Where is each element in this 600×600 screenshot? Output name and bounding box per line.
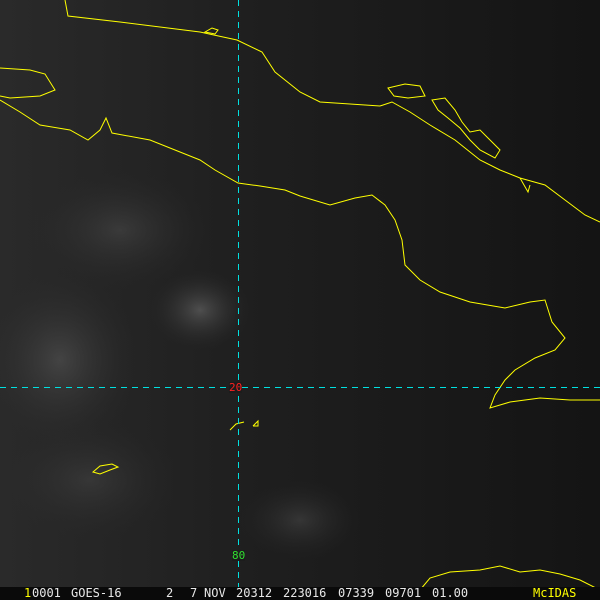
frame-number: 1 (24, 586, 32, 600)
satellite-image-viewer: 20 80 1 0001 GOES-16 2 7 NOV 20312 22301… (0, 0, 600, 600)
element-number: 09701 (385, 586, 422, 600)
longitude-label: 80 (232, 549, 246, 562)
mcidas-logo: McIDAS (533, 586, 577, 600)
time: 223016 (283, 586, 327, 600)
month: NOV (204, 586, 226, 600)
image-id: 0001 (32, 586, 61, 600)
status-bar: 1 0001 GOES-16 2 7 NOV 20312 223016 0733… (0, 587, 600, 600)
latitude-label: 20 (229, 381, 243, 394)
resolution: 01.00 (432, 586, 469, 600)
band: 2 (166, 586, 174, 600)
day: 7 (190, 586, 198, 600)
julian-date: 20312 (236, 586, 273, 600)
satellite-image (0, 0, 600, 600)
line-number: 07339 (338, 586, 375, 600)
satellite-name: GOES-16 (71, 586, 122, 600)
